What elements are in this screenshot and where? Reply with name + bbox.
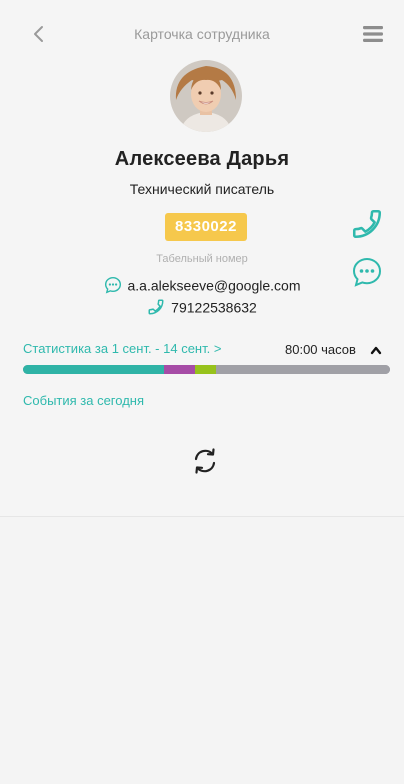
email-text: a.a.alekseeve@google.com [127,277,301,294]
chat-bubble-icon [104,277,121,294]
events-today-link[interactable]: События за сегодня [23,393,144,408]
hamburger-menu-icon[interactable] [363,25,383,43]
hours-bar-segment [23,365,165,374]
page-title: Карточка сотрудника [134,26,270,42]
phone-row[interactable]: 79122538632 [0,298,404,316]
statistics-period-link[interactable]: Статистика за 1 сент. - 14 сент. > [23,341,221,356]
phone-icon[interactable] [350,207,384,241]
empty-content-area [0,517,404,784]
total-hours[interactable]: 80:00 часов [285,342,356,357]
refresh-icon[interactable] [190,446,220,476]
employee-position: Технический писатель [129,181,275,197]
phone-text: 79122538632 [171,299,257,316]
email-row[interactable]: a.a.alekseeve@google.com [0,276,404,294]
chevron-up-icon[interactable] [370,345,382,355]
tab-number-label: Табельный номер [156,253,248,265]
hours-bar-segment [195,365,216,374]
employee-name: Алексеева Дарья [114,148,290,170]
phone-icon [148,299,164,315]
tab-number-badge: 8330022 [165,213,247,241]
hours-progress-bar [23,365,390,374]
hours-bar-segment [215,365,390,374]
hours-bar-segment [164,365,196,374]
avatar [170,60,242,132]
